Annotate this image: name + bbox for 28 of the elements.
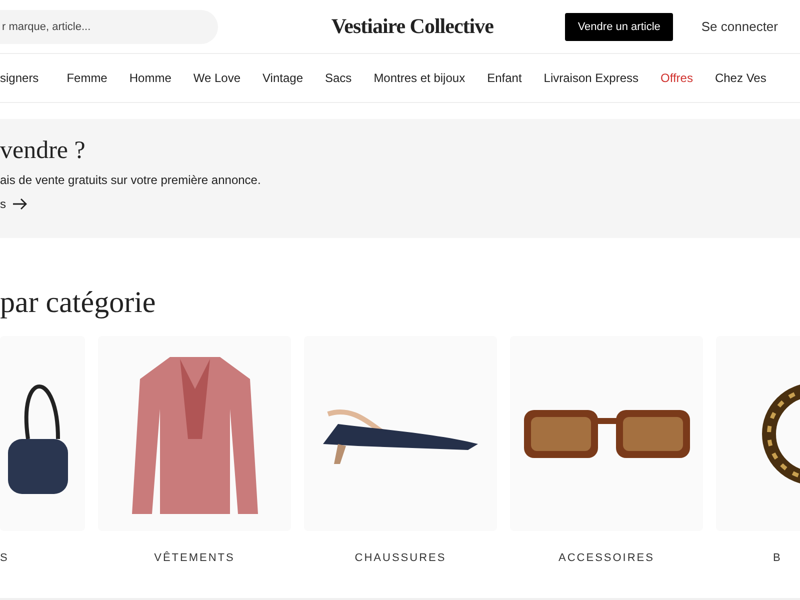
- banner-title: vendre ?: [0, 137, 86, 165]
- nav-link[interactable]: Sacs: [314, 71, 363, 85]
- category-card[interactable]: [304, 336, 497, 531]
- category-card[interactable]: [0, 336, 85, 531]
- nav-link[interactable]: Montres et bijoux: [362, 71, 476, 85]
- logo[interactable]: Vestiaire Collective: [220, 14, 565, 39]
- nav-link[interactable]: Femme: [56, 71, 118, 85]
- nav-link[interactable]: Livraison Express: [532, 71, 650, 85]
- search-field[interactable]: r marque, article...: [0, 10, 218, 44]
- nav-link[interactable]: signers: [0, 71, 50, 85]
- nav-link[interactable]: Chez Ves: [704, 71, 778, 85]
- nav-link[interactable]: Homme: [118, 71, 182, 85]
- category-card[interactable]: [510, 336, 703, 531]
- nav-link[interactable]: Enfant: [476, 71, 533, 85]
- category-label[interactable]: ACCESSOIRES: [510, 552, 703, 564]
- banner-text: ais de vente gratuits sur votre première annonce.: [0, 173, 262, 187]
- category-label[interactable]: S: [0, 552, 85, 564]
- category-label[interactable]: VÊTEMENTS: [98, 552, 291, 564]
- nav-link[interactable]: We Love: [182, 71, 252, 85]
- nav-link[interactable]: Offres: [650, 71, 704, 85]
- category-label[interactable]: CHAUSSURES: [304, 552, 497, 564]
- arrow-right-icon: [12, 198, 28, 210]
- banner-link[interactable]: s: [0, 197, 28, 211]
- nav-link[interactable]: Vintage: [252, 71, 314, 85]
- sell-button[interactable]: Vendre un article: [564, 12, 674, 40]
- login-link[interactable]: Se connecter: [701, 19, 778, 34]
- category-label[interactable]: B: [716, 552, 800, 564]
- section-heading: par catégorie: [0, 286, 157, 320]
